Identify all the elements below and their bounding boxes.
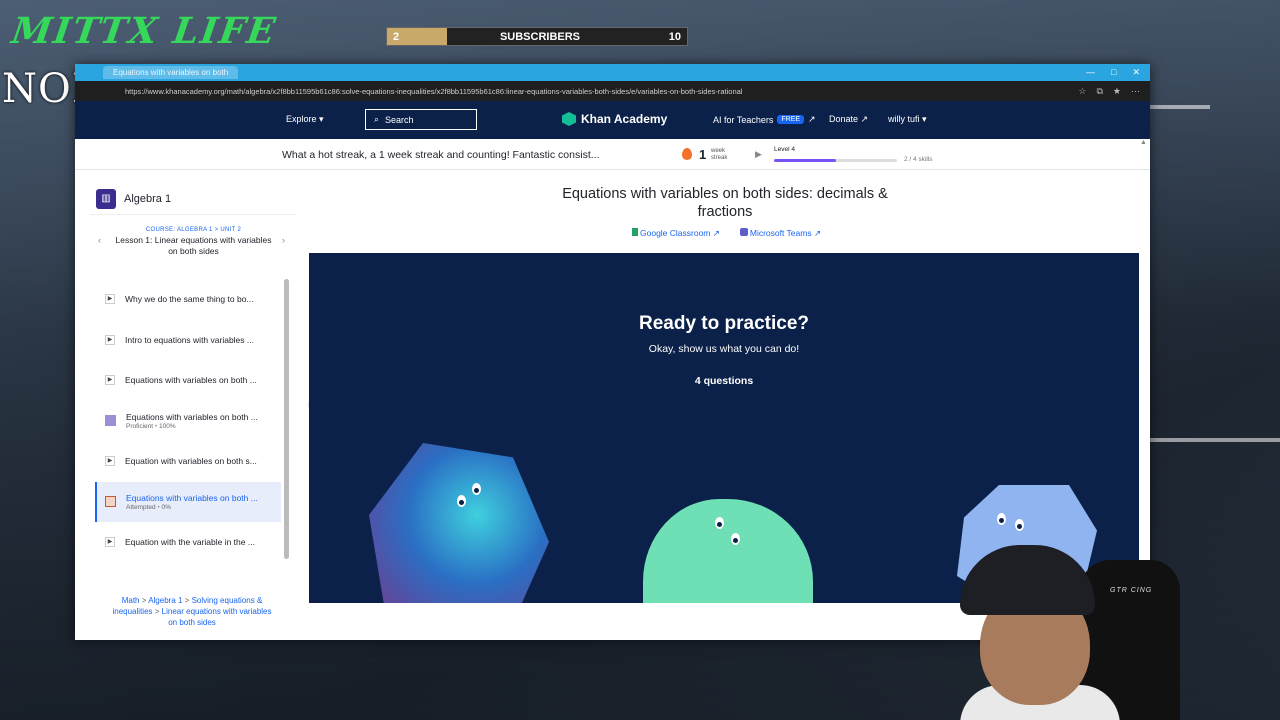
lesson-header: ‹ COURSE: ALGEBRA 1 > UNIT 2 Lesson 1: L… [90,215,297,263]
maximize-icon[interactable]: □ [1111,67,1116,78]
eye [715,517,724,529]
background-stripe [1150,105,1210,109]
level-progress-fill [774,159,836,162]
video-play-icon: ▶ [105,294,115,305]
list-item[interactable]: ▶ Equation with variables on both s... [95,441,281,482]
khan-leaf-icon [562,112,576,126]
subscriber-goal-bar: 2 SUBSCRIBERS 10 [386,27,688,46]
khan-logo[interactable]: Khan Academy [562,112,667,126]
ai-teachers-link[interactable]: AI for Teachers FREE ↗ [713,114,816,125]
subscriber-label: SUBSCRIBERS [499,30,581,43]
minimize-icon[interactable]: — [1086,67,1095,78]
menu-icon[interactable]: ⋯ [1131,86,1140,97]
course-title: Algebra 1 [124,192,172,205]
subscriber-goal: 10 [668,30,681,43]
attempted-mastery-icon [105,496,116,508]
extensions-icon[interactable]: ⧉ [1096,86,1102,97]
proficient-mastery-icon [105,415,116,427]
list-item-active[interactable]: Equations with variables on both ... Atte… [95,481,281,522]
handwritten-overlay-text: MITTX LIFE [9,10,280,52]
microsoft-teams-icon [739,228,748,236]
chair-logo-text: GTR CING [1110,587,1153,594]
url-field[interactable]: https://www.khanacademy.org/math/algebra… [125,87,742,96]
video-play-icon: ▶ [105,456,115,467]
background-stripe [1150,438,1280,442]
streak-message: What a hot streak, a 1 week streak and c… [282,149,600,161]
address-bar: https://www.khanacademy.org/math/algebra… [75,81,1150,101]
streamer-cap [960,545,1095,615]
ready-title: Ready to practice? [639,313,809,334]
lesson-title: Lesson 1: Linear equations with variable… [115,235,272,256]
microsoft-teams-link[interactable]: Microsoft Teams ↗ [739,228,821,239]
next-lesson-icon[interactable]: › [282,235,285,245]
eye [472,483,481,495]
sidebar-scrollbar[interactable] [284,279,289,559]
explore-menu[interactable]: Explore ▾ [286,114,324,125]
star-icon[interactable]: ☆ [1078,86,1086,97]
breadcrumb-math[interactable]: Math [122,596,140,605]
list-item[interactable]: ▶ Equations with variables on both ... [95,360,281,401]
breadcrumb-lesson[interactable]: Linear equations with variables on both … [162,607,272,627]
course-sidebar: ▥ Algebra 1 ‹ COURSE: ALGEBRA 1 > UNIT 2… [90,183,297,640]
eye [1015,519,1024,531]
blue-rock-character-illustration [369,443,549,603]
search-placeholder: Search [385,114,414,125]
chevron-down-icon: ▾ [319,114,324,124]
video-play-icon: ▶ [105,537,115,548]
level-progress-bar [774,159,897,162]
user-menu[interactable]: willy tufi ▾ [888,114,927,125]
video-play-icon: ▶ [105,334,115,345]
level-skills: 2 / 4 skills [904,156,933,163]
item-status: Attempted • 0% [126,503,171,511]
streak-bar: What a hot streak, a 1 week streak and c… [75,139,1150,170]
webcam-overlay: GTR CING [960,545,1220,720]
streak-count: 1 [699,147,707,162]
breadcrumb: Math > Algebra 1 > Solving equations & i… [112,596,272,627]
streak-unit: week streak [711,148,728,161]
course-header[interactable]: ▥ Algebra 1 [90,183,297,215]
close-icon[interactable]: ✕ [1132,67,1140,78]
ready-subtitle: Okay, show us what you can do! [648,343,800,355]
donate-link[interactable]: Donate ↗ [829,114,868,125]
favorites-icon[interactable]: ★ [1113,86,1121,97]
external-link-icon: ↗ [808,114,816,124]
video-play-icon: ▶ [105,375,115,386]
eye [731,533,740,545]
google-classroom-icon [632,228,638,236]
green-blob-character-illustration [643,499,813,603]
eye [997,513,1006,525]
prev-lesson-icon[interactable]: ‹ [98,235,101,245]
question-count: 4 questions [694,375,754,387]
browser-tab[interactable]: Equations with variables on both [103,66,239,79]
scroll-up-icon[interactable]: ▲ [1140,139,1147,146]
google-classroom-link[interactable]: Google Classroom ↗ [632,228,720,239]
eye [457,495,466,507]
free-badge: FREE [777,115,805,124]
share-links: Google Classroom ↗ Microsoft Teams ↗ [632,228,821,239]
khan-nav: Explore ▾ ⌕ Search Khan Academy AI for T… [75,101,1150,139]
level-label: Level 4 [774,146,795,153]
external-link-icon: ↗ [860,114,869,124]
breadcrumb-algebra[interactable]: Algebra 1 [148,596,182,605]
list-item[interactable]: Equations with variables on both ... Prof… [95,401,281,442]
list-item[interactable]: ▶ Why we do the same thing to bo... [95,279,281,320]
search-input[interactable]: ⌕ Search [365,109,477,130]
browser-titlebar: Equations with variables on both — □ ✕ [75,64,1150,81]
item-status: Proficient • 100% [126,422,176,430]
list-item[interactable]: ▶ Intro to equations with variables ... [95,320,281,361]
list-item[interactable]: ▶ Equation with the variable in the ... [95,522,281,563]
play-icon[interactable]: ▶ [755,149,762,160]
fire-icon [682,148,692,160]
search-icon: ⌕ [374,114,380,124]
page-title: Equations with variables on both sides: … [562,186,888,220]
chevron-down-icon: ▾ [922,114,927,124]
course-book-icon: ▥ [96,188,116,209]
lesson-list: ▶ Why we do the same thing to bo... ▶ Intr… [95,279,281,563]
subscriber-current: 2 [393,30,400,43]
